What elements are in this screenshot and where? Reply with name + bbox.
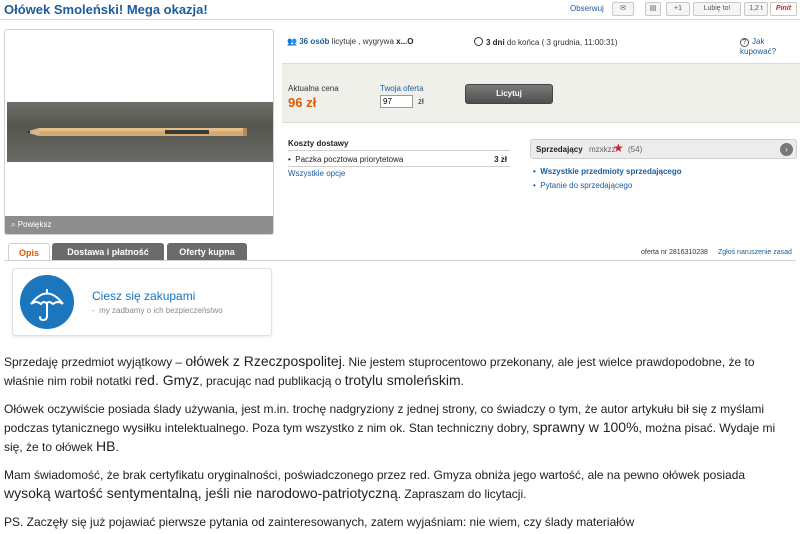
- print-icon: ▤: [649, 5, 657, 12]
- mail-button[interactable]: ✉: [612, 2, 634, 16]
- like-count: 1,2 t: [744, 2, 768, 16]
- end-date: do końca ( 3 grudnia, 11:00:31): [506, 38, 618, 47]
- description-highlight: wysoką wartość sentymentalną, jeśli nie …: [4, 485, 398, 501]
- offer-input[interactable]: [380, 95, 413, 108]
- like-button[interactable]: Lubię to!: [693, 2, 741, 16]
- page-title: Ołówek Smoleński! Mega okazja!: [4, 2, 208, 17]
- shipping-name: Paczka pocztowa priorytetowa: [295, 155, 404, 164]
- help-icon: ?: [740, 38, 749, 47]
- pinit-button[interactable]: Pinit: [770, 2, 797, 16]
- zoom-label: Powiększ: [17, 220, 52, 229]
- pencil-image: [25, 128, 247, 136]
- price-box: Aktualna cena 96 zł Twoja oferta zł Licy…: [282, 63, 800, 123]
- description-highlight: ołówek z Rzeczpospolitej: [185, 353, 342, 369]
- clock-icon: [474, 37, 483, 46]
- shipping-price: 3 zł: [494, 155, 507, 164]
- seller-rating[interactable]: (54): [628, 145, 642, 154]
- product-photo[interactable]: ⌕ Powiększ: [4, 29, 274, 235]
- magnifier-icon: ⌕: [11, 220, 16, 229]
- tab-buy-offers[interactable]: Oferty kupna: [167, 243, 247, 261]
- current-price: 96 zł: [288, 95, 317, 110]
- winner-nick: x...O: [396, 37, 414, 46]
- ask-seller-label: Pytanie do sprzedającego: [540, 181, 633, 190]
- tab-description[interactable]: Opis: [8, 243, 50, 261]
- bidders-text: licytuje , wygrywa: [331, 37, 394, 46]
- seller-all-items-link[interactable]: • Wszystkie przedmioty sprzedającego: [533, 167, 682, 176]
- description-paragraph: Ołówek oczywiście posiada ślady używania…: [4, 400, 794, 456]
- bidders-info: 👥 36 osób licytuje , wygrywa x...O: [287, 37, 414, 46]
- your-offer-label[interactable]: Twoja oferta: [380, 84, 424, 93]
- print-button[interactable]: ▤: [645, 2, 661, 16]
- item-description: Sprzedaję przedmiot wyjątkowy – ołówek z…: [4, 352, 794, 534]
- description-paragraph: PS. Zaczęły się już pojawiać pierwsze py…: [4, 515, 635, 529]
- zoom-bar[interactable]: ⌕ Powiększ: [5, 216, 273, 234]
- safety-banner: Ciesz się zakupami - my zadbamy o ich be…: [12, 268, 272, 336]
- seller-nick[interactable]: mzxkzz: [589, 145, 616, 154]
- time-left: 3 dni: [486, 38, 505, 47]
- description-text: , pracując nad publikacją o: [199, 374, 345, 388]
- offer-currency: zł: [418, 97, 424, 106]
- safety-subtitle: - my zadbamy o ich bezpieczeństwo: [92, 306, 223, 315]
- description-highlight: HB: [96, 438, 116, 454]
- tab-delivery[interactable]: Dostawa i płatność: [52, 243, 164, 261]
- offer-number: oferta nr 2816310238: [641, 249, 708, 256]
- how-to-buy-link[interactable]: ? Jak kupować?: [740, 37, 800, 56]
- bid-button[interactable]: Licytuj: [465, 84, 553, 104]
- seller-box[interactable]: Sprzedający mzxkzz ★ (54) ›: [530, 139, 797, 159]
- description-text: . Zapraszam do licytacji.: [397, 487, 527, 501]
- current-price-label: Aktualna cena: [288, 84, 339, 93]
- shipping-row: • Paczka pocztowa priorytetowa 3 zł: [288, 155, 510, 167]
- seller-label: Sprzedający: [536, 145, 583, 154]
- top-bar: Ołówek Smoleński! Mega okazja! Obserwuj …: [0, 0, 800, 20]
- description-highlight: red. Gmyz: [134, 372, 200, 388]
- safety-title: Ciesz się zakupami: [92, 289, 196, 303]
- description-text: Mam świadomość, że brak certyfikatu oryg…: [4, 468, 746, 482]
- envelope-icon: ✉: [620, 5, 626, 12]
- watch-link[interactable]: Obserwuj: [570, 4, 604, 13]
- shipping-all-options[interactable]: Wszystkie opcje: [288, 169, 345, 178]
- description-text: Sprzedaję przedmiot wyjątkowy –: [4, 355, 186, 369]
- star-icon: ★: [613, 141, 624, 155]
- description-highlight: trotylu smoleńskim: [344, 372, 461, 388]
- ask-seller-link[interactable]: • Pytanie do sprzedającego: [533, 181, 632, 190]
- description-highlight: sprawny w 100%: [532, 419, 639, 435]
- umbrella-icon: [20, 275, 74, 329]
- time-left-info: 3 dni do końca ( 3 grudnia, 11:00:31): [474, 37, 618, 47]
- shipping-heading: Koszty dostawy: [288, 139, 510, 151]
- tabs-divider: [4, 260, 796, 261]
- photo-image: [7, 102, 273, 162]
- safety-subtitle-text: my zadbamy o ich bezpieczeństwo: [99, 306, 223, 315]
- description-paragraph: Sprzedaję przedmiot wyjątkowy – ołówek z…: [4, 352, 794, 390]
- like-label: Lubię to!: [703, 5, 731, 12]
- description-paragraph: Mam świadomość, że brak certyfikatu oryg…: [4, 466, 794, 503]
- description-text: .: [460, 374, 465, 388]
- users-icon: 👥: [287, 37, 297, 46]
- description-text: .: [115, 440, 119, 454]
- seller-all-items-label: Wszystkie przedmioty sprzedającego: [540, 167, 682, 176]
- gplus-button[interactable]: +1: [666, 2, 690, 16]
- chevron-right-icon[interactable]: ›: [780, 143, 793, 156]
- report-link[interactable]: Zgłoś naruszenie zasad: [718, 249, 792, 256]
- bidders-count[interactable]: 36 osób: [299, 37, 329, 46]
